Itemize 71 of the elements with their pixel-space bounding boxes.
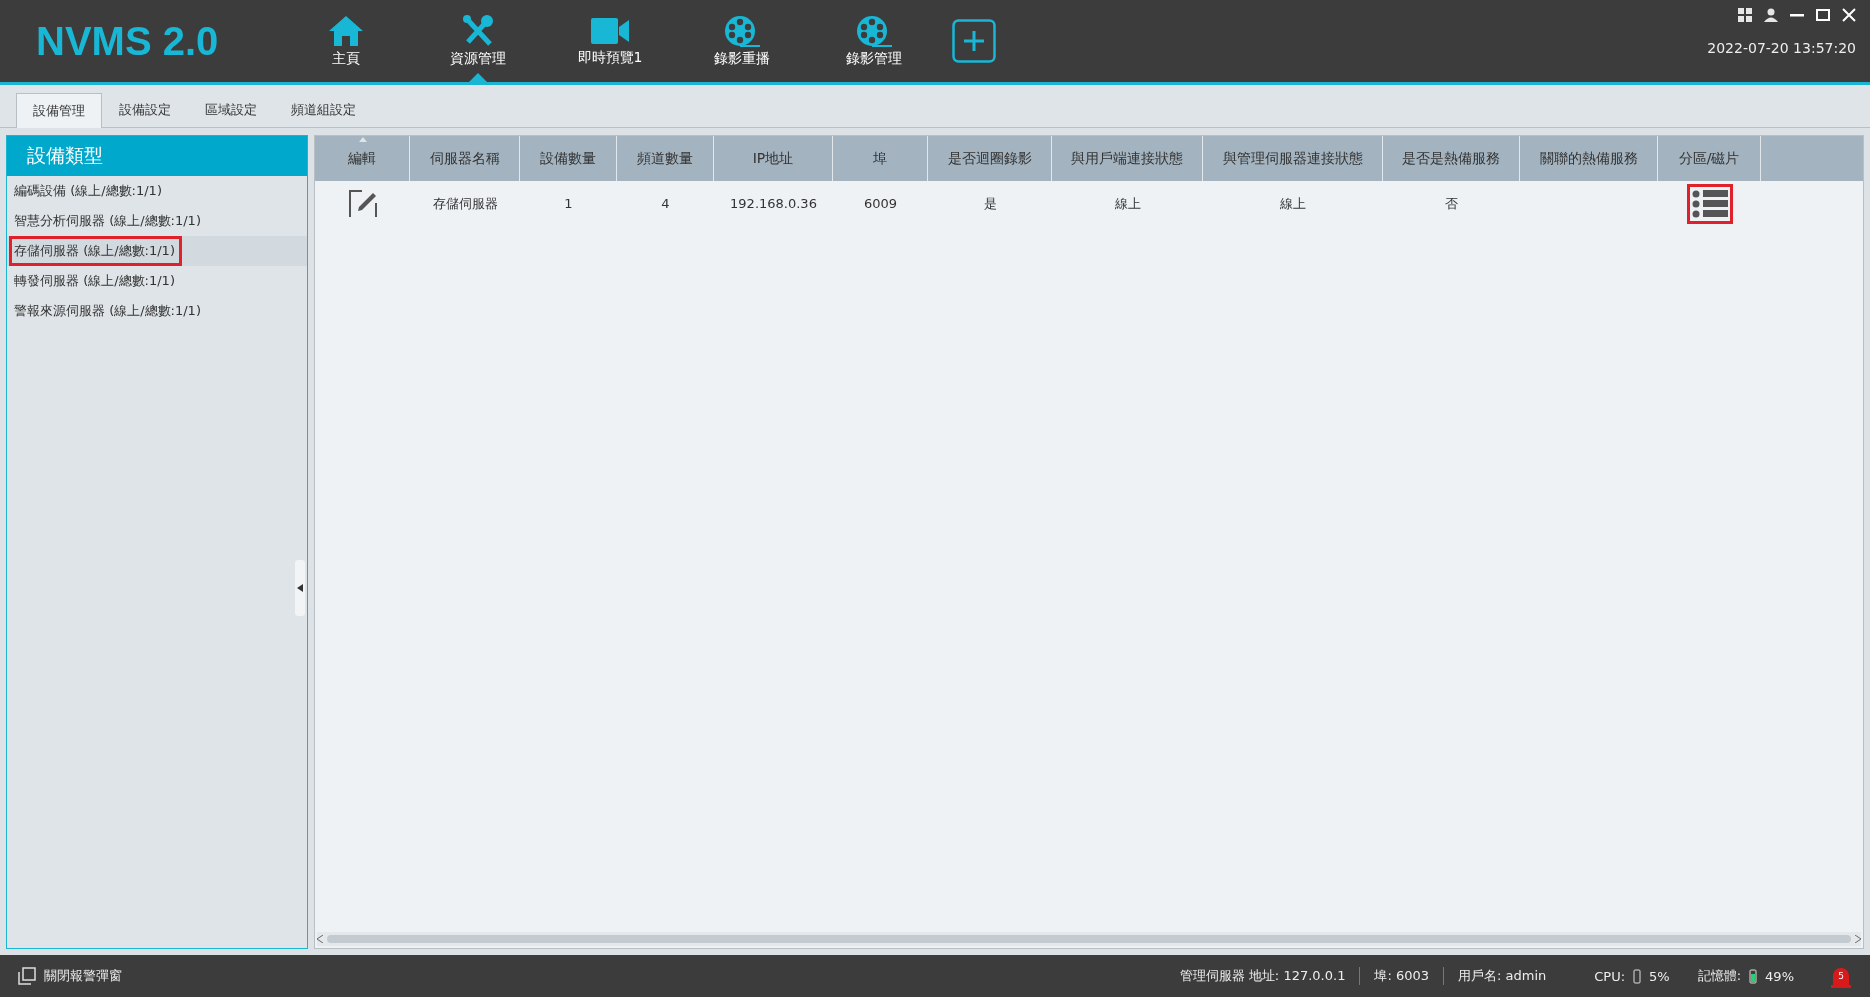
partition-list-button[interactable]	[1686, 183, 1733, 224]
table-cell: 1	[564, 196, 573, 211]
edit-icon[interactable]	[347, 188, 378, 219]
memory-label: 記憶體:	[1697, 967, 1742, 985]
server-address: 管理伺服器 地址: 127.0.0.1	[1179, 967, 1346, 985]
cpu-usage: 5%	[1649, 968, 1670, 984]
column-header[interactable]: 與用戶端連接狀態	[1052, 136, 1203, 181]
date-time: 2022-07-20 13:57:20	[1707, 40, 1856, 56]
nav-tab[interactable]: 即時預覽1	[544, 0, 676, 82]
device-type-item[interactable]: 存儲伺服器 (線上/總數:1/1)	[7, 236, 307, 266]
device-type-label: 轉發伺服器 (線上/總數:1/1)	[13, 272, 176, 290]
tools-icon	[460, 14, 496, 48]
nav-tab[interactable]: 錄影管理	[808, 0, 940, 82]
memory-usage: 49%	[1765, 968, 1794, 984]
column-header[interactable]: 埠	[833, 136, 928, 181]
sort-caret-icon	[359, 137, 367, 142]
home-icon	[327, 14, 365, 48]
table-cell: 否	[1445, 194, 1458, 213]
table-cell: 線上	[1280, 194, 1306, 213]
film-reel-icon	[723, 14, 761, 48]
user-name: 用戶名: admin	[1458, 967, 1547, 985]
column-header[interactable]: 分區/磁片	[1658, 136, 1761, 181]
close-alarm-popup-link[interactable]: 關閉報警彈窗	[44, 967, 122, 985]
table-cell: 線上	[1114, 194, 1141, 213]
column-header[interactable]: IP地址	[714, 136, 833, 181]
device-type-label: 警報來源伺服器 (線上/總數:1/1)	[13, 302, 202, 320]
cpu-label: CPU:	[1594, 968, 1626, 984]
column-header[interactable]: 設備數量	[520, 136, 617, 181]
device-type-label: 編碼設備 (線上/總數:1/1)	[13, 182, 163, 200]
device-type-label: 存儲伺服器 (線上/總數:1/1)	[9, 236, 182, 266]
column-header[interactable]: 伺服器名稱	[410, 136, 520, 181]
video-camera-icon	[590, 15, 630, 47]
tab[interactable]: 頻道組設定	[274, 92, 373, 127]
add-icon[interactable]	[952, 19, 996, 63]
device-type-item[interactable]: 智慧分析伺服器 (線上/總數:1/1)	[7, 206, 307, 236]
close-icon[interactable]	[1842, 8, 1856, 22]
film-reel-icon	[855, 14, 893, 48]
tab[interactable]: 區域設定	[188, 92, 274, 127]
nav-tab[interactable]: 資源管理	[412, 0, 544, 82]
column-header[interactable]: 關聯的熱備服務	[1520, 136, 1658, 181]
table-cell: 6009	[863, 196, 898, 211]
column-header[interactable]: 與管理伺服器連接狀態	[1203, 136, 1383, 181]
column-header[interactable]: 頻道數量	[617, 136, 714, 181]
maximize-icon[interactable]	[1816, 9, 1830, 21]
collapse-handle[interactable]	[295, 560, 305, 616]
cpu-meter-icon	[1633, 968, 1642, 984]
column-header[interactable]: 編輯	[315, 136, 410, 181]
tab[interactable]: 設備設定	[102, 92, 188, 127]
device-type-item[interactable]: 編碼設備 (線上/總數:1/1)	[7, 176, 307, 206]
table-cell: 192.168.0.36	[730, 196, 817, 211]
horizontal-scrollbar[interactable]	[317, 932, 1861, 946]
column-header[interactable]: 是否是熱備服務	[1383, 136, 1520, 181]
column-header[interactable]: 是否迴圈錄影	[928, 136, 1052, 181]
device-type-label: 智慧分析伺服器 (線上/總數:1/1)	[13, 212, 202, 230]
nav-tab[interactable]: 主頁	[280, 0, 412, 82]
grid-icon[interactable]	[1738, 8, 1752, 22]
device-type-item[interactable]: 警報來源伺服器 (線上/總數:1/1)	[7, 296, 307, 326]
nav-tab[interactable]: 錄影重播	[676, 0, 808, 82]
table-cell: 4	[661, 196, 670, 211]
panel-title: 設備類型	[7, 136, 307, 176]
app-logo: NVMS 2.0	[35, 17, 220, 65]
table-cell: 是	[983, 194, 997, 213]
tab[interactable]: 設備管理	[16, 93, 102, 128]
scroll-left-icon[interactable]	[317, 935, 323, 943]
device-type-item[interactable]: 轉發伺服器 (線上/總數:1/1)	[7, 266, 307, 296]
memory-meter-icon	[1749, 968, 1758, 984]
windows-icon[interactable]	[18, 967, 36, 985]
scroll-right-icon[interactable]	[1855, 935, 1861, 943]
table-cell: 存儲伺服器	[432, 194, 498, 213]
user-icon[interactable]	[1764, 8, 1778, 22]
server-port: 埠: 6003	[1374, 967, 1429, 985]
